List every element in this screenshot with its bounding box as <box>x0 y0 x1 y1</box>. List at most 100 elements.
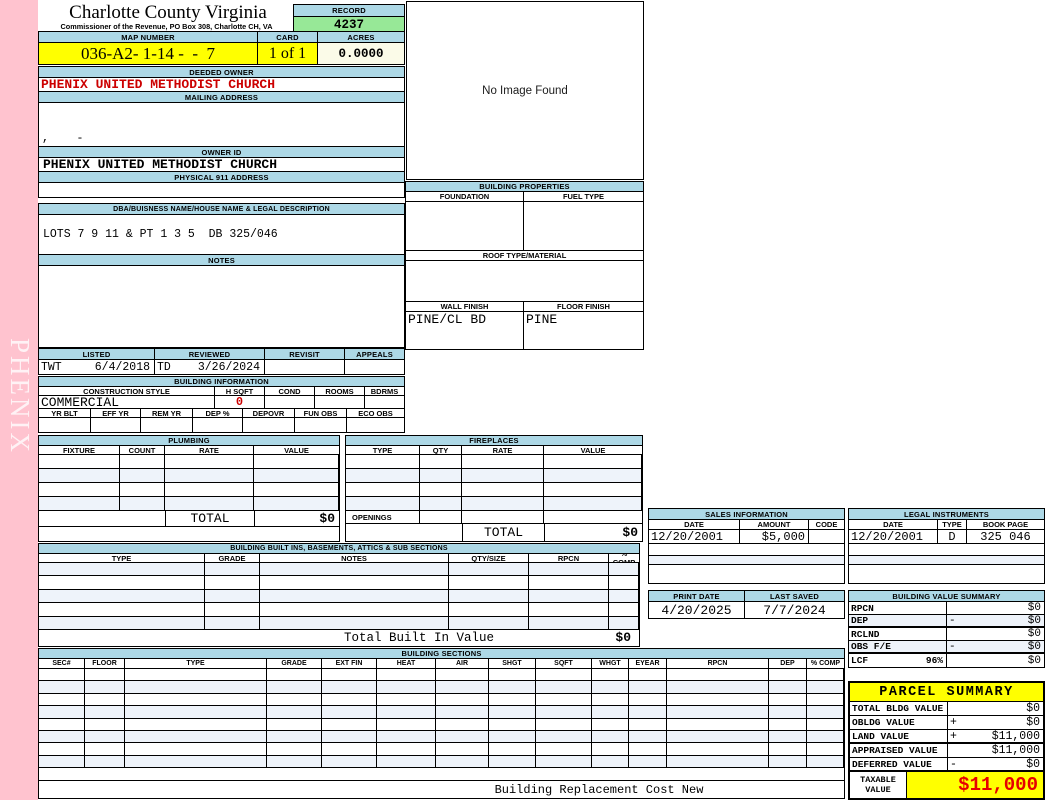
legal-description-value: LOTS 7 9 11 & PT 1 3 5 DB 325/046 <box>43 228 278 241</box>
building-replacement-cost-label: Building Replacement Cost New <box>494 782 704 797</box>
built-ins-total-value: $0 <box>615 630 631 646</box>
plumbing-table: PLUMBING FIXTURE COUNT RATE VALUE TOTAL … <box>38 435 340 542</box>
fireplaces-table: FIREPLACES TYPE QTY RATE VALUE OPENINGS … <box>345 435 643 542</box>
revisit-value <box>265 360 345 374</box>
table-row <box>346 497 642 511</box>
record-value: 4237 <box>333 17 364 32</box>
watermark-owner-name: PHENIX <box>5 338 35 455</box>
wall-finish-label: WALL FINISH <box>406 302 524 311</box>
table-row <box>39 603 639 617</box>
revisit-label: REVISIT <box>265 349 345 359</box>
legal-instruments-title: LEGAL INSTRUMENTS <box>904 509 989 519</box>
cond-value <box>265 396 315 408</box>
floor-finish-label: FLOOR FINISH <box>557 302 610 311</box>
table-row <box>39 497 339 511</box>
fireplaces-total-value: $0 <box>622 525 638 540</box>
taxable-value-label: TAXABLE VALUE <box>850 772 907 798</box>
card-value: 1 of 1 <box>258 43 318 64</box>
bdrms-value <box>365 396 404 408</box>
fireplaces-total-label: TOTAL <box>463 524 545 541</box>
roof-type-label: ROOF TYPE/MATERIAL <box>482 251 567 260</box>
heated-sqft-value: 0 <box>215 396 265 408</box>
construction-style-value: COMMERCIAL <box>39 396 215 408</box>
property-record-card: PHENIX Charlotte County Virginia Commiss… <box>0 0 1050 800</box>
card-label: CARD <box>258 32 318 42</box>
table-row <box>39 576 639 590</box>
dba-label: DBA/BUISNESS NAME/HOUSE NAME & LEGAL DES… <box>113 205 330 213</box>
table-row <box>39 743 844 756</box>
table-row <box>39 730 844 744</box>
last-saved-value: 7/7/2024 <box>763 602 826 618</box>
notes-label: NOTES <box>208 255 235 265</box>
print-saved-table: PRINT DATE LAST SAVED 4/20/2025 7/7/2024 <box>648 590 845 619</box>
foundation-label: FOUNDATION <box>406 192 524 201</box>
table-row <box>346 455 642 469</box>
record-label: RECORD <box>332 6 366 15</box>
building-value-summary-title: BUILDING VALUE SUMMARY <box>892 591 1001 601</box>
parcel-summary-table: PARCEL SUMMARY TOTAL BLDG VALUE $0 OBLDG… <box>848 681 1045 800</box>
county-subtitle: Commissioner of the Revenue, PO Box 308,… <box>60 22 273 31</box>
deeded-owner-label: DEEDED OWNER <box>189 67 254 77</box>
physical-address-label: PHYSICAL 911 ADDRESS <box>174 172 269 182</box>
building-information-title: BUILDING INFORMATION <box>174 377 269 386</box>
taxable-value-amount: $11,000 <box>907 772 1043 798</box>
physical-address-value <box>39 183 404 197</box>
reviewed-value: TD 3/26/2024 <box>155 360 265 374</box>
building-value-summary-table: BUILDING VALUE SUMMARY RPCN $0 DEP - $0 R… <box>848 590 1045 668</box>
sales-information-table: SALES INFORMATION DATE AMOUNT CODE 12/20… <box>648 508 845 584</box>
building-information-table: BUILDING INFORMATION CONSTRUCTION STYLE … <box>38 376 405 433</box>
built-ins-total-label: Total Built In Value <box>343 630 495 645</box>
map-card-acres-table: MAP NUMBER CARD ACRES 036-A2- 1-14 - - 7… <box>38 31 405 65</box>
mailing-address-label: MAILING ADDRESS <box>184 92 259 102</box>
table-row <box>39 455 339 469</box>
owner-block: DEEDED OWNER PHENIX UNITED METHODIST CHU… <box>38 66 405 198</box>
appeals-value <box>345 360 404 374</box>
built-ins-table: BUILDING BUILT INS, BASEMENTS, ATTICS & … <box>38 543 640 647</box>
county-title: Charlotte County Virginia <box>69 2 267 23</box>
table-row <box>39 469 339 483</box>
acres-label: ACRES <box>347 32 375 42</box>
sales-title: SALES INFORMATION <box>705 509 788 519</box>
floor-finish-value: PINE <box>526 312 558 327</box>
table-row <box>39 706 844 719</box>
legal-instrument-row: 12/20/2001 D 325 046 <box>849 530 1044 544</box>
acres-value: 0.0000 <box>318 43 404 64</box>
owner-id-value: PHENIX UNITED METHODIST CHURCH <box>43 158 278 171</box>
reviewed-label: REVIEWED <box>155 349 265 359</box>
table-row <box>39 681 844 694</box>
rooms-value <box>315 396 365 408</box>
listed-label: LISTED <box>39 349 155 359</box>
appeals-label: APPEALS <box>356 349 393 359</box>
roof-type-value <box>406 261 643 301</box>
openings-label: OPENINGS <box>346 511 420 523</box>
owner-id-label: OWNER ID <box>201 147 242 157</box>
parcel-summary-title: PARCEL SUMMARY <box>879 684 1014 700</box>
table-row <box>39 693 844 707</box>
building-sections-table: BUILDING SECTIONS SEC# FLOOR TYPE GRADE … <box>38 648 845 800</box>
table-row <box>346 483 642 497</box>
building-sections-title: BUILDING SECTIONS <box>401 649 482 658</box>
building-properties-title: BUILDING PROPERTIES <box>479 182 570 191</box>
map-number-value: 036-A2- 1-14 - - 7 <box>39 43 258 64</box>
print-date-label: PRINT DATE <box>649 591 745 601</box>
table-row <box>39 616 639 630</box>
foundation-value <box>406 202 524 250</box>
table-row <box>39 669 844 682</box>
plumbing-total-label: TOTAL <box>166 511 255 526</box>
table-row <box>39 483 339 497</box>
table-row <box>39 755 844 769</box>
no-image-text: No Image Found <box>482 84 568 97</box>
property-photo-placeholder: No Image Found <box>406 1 644 180</box>
review-table: LISTED REVIEWED REVISIT APPEALS TWT 6/4/2… <box>38 348 405 375</box>
legal-instruments-table: LEGAL INSTRUMENTS DATE TYPE BOOK PAGE 12… <box>848 508 1045 584</box>
deeded-owner-value: PHENIX UNITED METHODIST CHURCH <box>41 78 276 91</box>
table-row <box>346 469 642 483</box>
plumbing-total-value: $0 <box>319 511 335 526</box>
plumbing-title: PLUMBING <box>168 436 210 445</box>
fuel-type-label: FUEL TYPE <box>562 192 605 201</box>
record-box: RECORD 4237 <box>293 4 405 33</box>
table-row <box>39 589 639 604</box>
fuel-type-value <box>524 202 643 250</box>
table-row <box>39 563 639 577</box>
fireplaces-title: FIREPLACES <box>469 436 519 445</box>
